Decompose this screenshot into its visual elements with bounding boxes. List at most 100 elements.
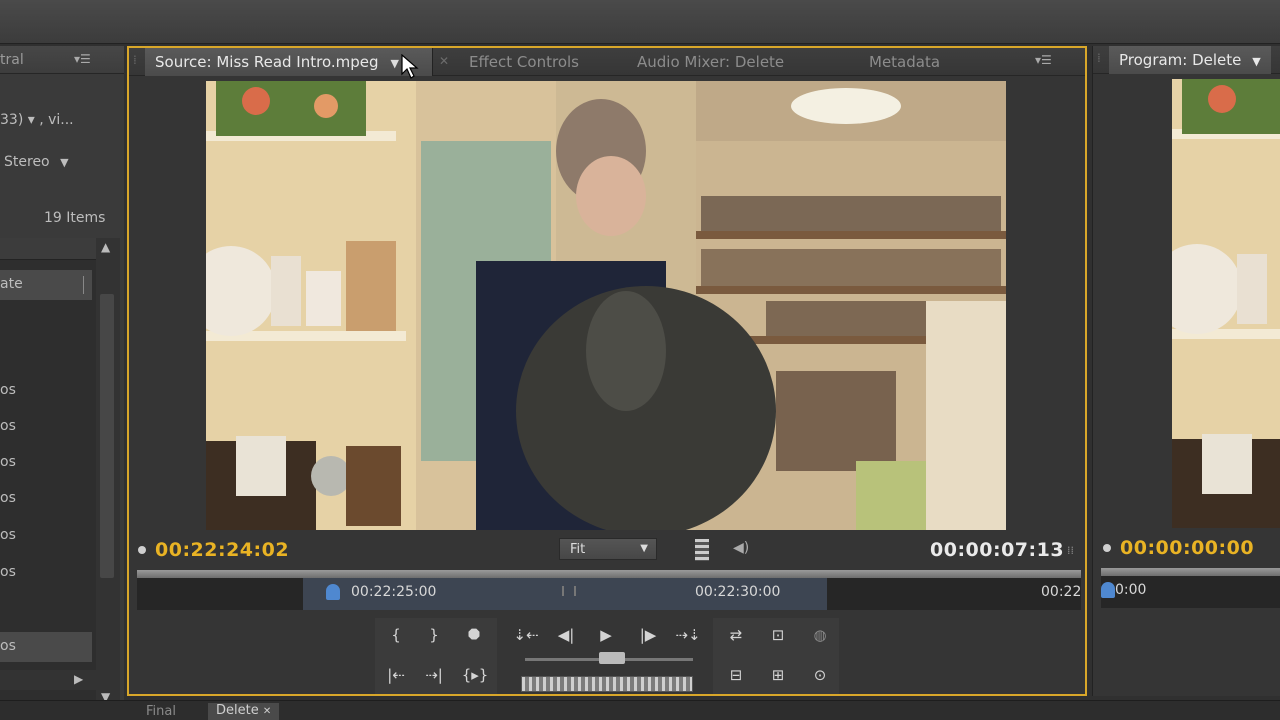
jog-wheel[interactable] (521, 676, 693, 692)
panel-menu-icon[interactable]: ▾☰ (74, 52, 91, 66)
export-frame-button[interactable]: ⊙ (805, 662, 835, 688)
video-frame-image (1172, 79, 1280, 528)
horizontal-scrollbar[interactable]: ▶ (0, 670, 96, 690)
list-item-label: ate (0, 276, 23, 292)
scroll-thumb[interactable] (100, 294, 114, 578)
step-forward-button[interactable]: |▶ (633, 622, 663, 648)
ruler-label: 00:22:25:00 (351, 584, 437, 600)
column-divider (83, 276, 84, 294)
ruler-label: 00:22:30:00 (695, 584, 781, 600)
program-tabbar: ⁞ Program: Delete ▼ (1093, 46, 1280, 74)
chevron-down-icon[interactable]: ▼ (1252, 55, 1260, 68)
shuttle-slider[interactable] (599, 652, 625, 664)
speaker-icon[interactable]: ◀) (733, 540, 749, 556)
play-button[interactable]: ▶ (591, 622, 621, 648)
source-video-frame (206, 81, 1006, 530)
go-to-in-button[interactable]: ⇣⇠ (511, 622, 541, 648)
tab-effect-controls[interactable]: Effect Controls (469, 48, 579, 76)
clear-out-button[interactable]: ⇢| (419, 662, 449, 688)
record-indicator-icon (1103, 544, 1111, 552)
close-icon[interactable]: ✕ (263, 706, 271, 717)
drag-grip-icon[interactable]: ⁞ (133, 53, 137, 67)
premiere-workspace: tral ▾☰ 33) ▾ , vi... Stereo ▼ 19 Items … (0, 0, 1280, 720)
resize-grip-icon[interactable]: ⁞⁞ (1067, 544, 1074, 557)
list-item-label: os (0, 382, 16, 398)
program-timecode[interactable]: 00:00:00:00 (1120, 537, 1254, 559)
list-item-label: os (0, 638, 16, 654)
tab-audio-mixer[interactable]: Audio Mixer: Delete (637, 48, 784, 76)
playhead-icon[interactable] (1101, 582, 1115, 598)
scroll-down-icon[interactable]: ▼ (101, 690, 110, 700)
playhead-icon[interactable] (326, 584, 340, 600)
tab-label: Audio Mixer: Delete (637, 53, 785, 71)
toggle-take-button[interactable]: ◍ (805, 622, 835, 648)
go-to-out-button[interactable]: ⇢⇣ (673, 622, 703, 648)
tab-final[interactable]: Final (146, 704, 176, 719)
clip-info-text: 33) ▾ , vi... (0, 112, 74, 128)
output-button[interactable]: ⊞ (763, 662, 793, 688)
audio-channel-dropdown[interactable]: Stereo ▼ (4, 154, 69, 170)
tab-label: Metadata (869, 53, 941, 71)
zoom-scroll-bar[interactable] (137, 570, 1081, 578)
range-grip-icon[interactable] (562, 586, 576, 596)
panel-menu-icon[interactable]: ▾☰ (1035, 53, 1052, 67)
project-tab[interactable]: tral (0, 52, 24, 68)
list-item-label: os (0, 490, 16, 506)
list-item[interactable]: os (0, 558, 92, 588)
program-monitor-panel: ⁞ Program: Delete ▼ 00:00:00:00 0:00 (1092, 46, 1280, 696)
source-timeline-ruler[interactable]: 00:22:25:00 00:22:30:00 00:22 (137, 570, 1081, 610)
program-timeline-ruler[interactable]: 0:00 (1101, 568, 1280, 608)
record-indicator-icon (138, 546, 146, 554)
insert-button[interactable]: ⇄ (721, 622, 751, 648)
list-item-label: os (0, 454, 16, 470)
chevron-down-icon: ▼ (640, 543, 648, 554)
source-tabbar: ⁞ Source: Miss Read Intro.mpeg ▼ ✕ Effect… (129, 48, 1085, 76)
scroll-right-icon[interactable]: ▶ (74, 672, 83, 686)
clear-in-button[interactable]: |⇠ (381, 662, 411, 688)
item-count: 19 Items (44, 210, 106, 226)
audio-channel-label: Stereo (4, 154, 50, 170)
mark-out-button[interactable]: } (419, 622, 449, 648)
top-toolbar (0, 0, 1280, 44)
tab-program[interactable]: Program: Delete ▼ (1109, 46, 1271, 74)
tab-label: Effect Controls (469, 53, 579, 71)
tab-source-label: Source: Miss Read Intro.mpeg (155, 53, 379, 71)
video-frame-image (206, 81, 1006, 530)
list-item[interactable]: os (0, 448, 92, 478)
zoom-value: Fit (570, 542, 586, 557)
list-item-label: os (0, 564, 16, 580)
play-in-to-out-button[interactable]: {▸} (457, 662, 493, 688)
current-timecode[interactable]: 00:22:24:02 (155, 539, 289, 561)
chevron-down-icon[interactable]: ▼ (391, 57, 399, 70)
filmstrip-icon[interactable] (695, 539, 709, 561)
project-panel-tabbar: tral ▾☰ (0, 46, 124, 74)
scroll-up-icon[interactable]: ▲ (101, 240, 110, 254)
list-item[interactable]: ate (0, 270, 92, 300)
source-monitor-panel: ⁞ Source: Miss Read Intro.mpeg ▼ ✕ Effect… (127, 46, 1087, 696)
tab-program-label: Program: Delete (1119, 51, 1242, 69)
list-item[interactable]: os (0, 376, 92, 406)
tab-source[interactable]: Source: Miss Read Intro.mpeg ▼ (145, 48, 433, 76)
program-video-frame (1172, 79, 1280, 528)
ruler-label: 00:22 (1041, 584, 1082, 600)
close-icon[interactable]: ✕ (439, 54, 449, 68)
zoom-scroll-bar[interactable] (1101, 568, 1280, 576)
mark-in-button[interactable]: { (381, 622, 411, 648)
mouse-pointer-icon (401, 54, 419, 79)
timeline-tabbar: Final Delete ✕ (0, 700, 1280, 720)
step-back-button[interactable]: ◀| (551, 622, 581, 648)
zoom-dropdown[interactable]: Fit ▼ (559, 538, 657, 560)
vertical-scrollbar[interactable]: ▲ ▼ (96, 238, 120, 700)
tab-metadata[interactable]: Metadata (869, 48, 940, 76)
safe-margins-button[interactable]: ⊟ (721, 662, 751, 688)
list-item[interactable]: os (0, 521, 92, 551)
add-marker-button[interactable]: ⯃ (459, 622, 489, 648)
list-item[interactable]: os (0, 412, 92, 442)
list-item[interactable]: os (0, 484, 92, 514)
drag-grip-icon[interactable]: ⁞ (1097, 51, 1101, 65)
list-item[interactable]: os (0, 632, 92, 662)
tab-delete[interactable]: Delete ✕ (208, 703, 280, 720)
project-item-list: ate os os os os os os os (0, 238, 96, 700)
duration-timecode: 00:00:07:13 (930, 539, 1065, 561)
overwrite-button[interactable]: ⊡ (763, 622, 793, 648)
